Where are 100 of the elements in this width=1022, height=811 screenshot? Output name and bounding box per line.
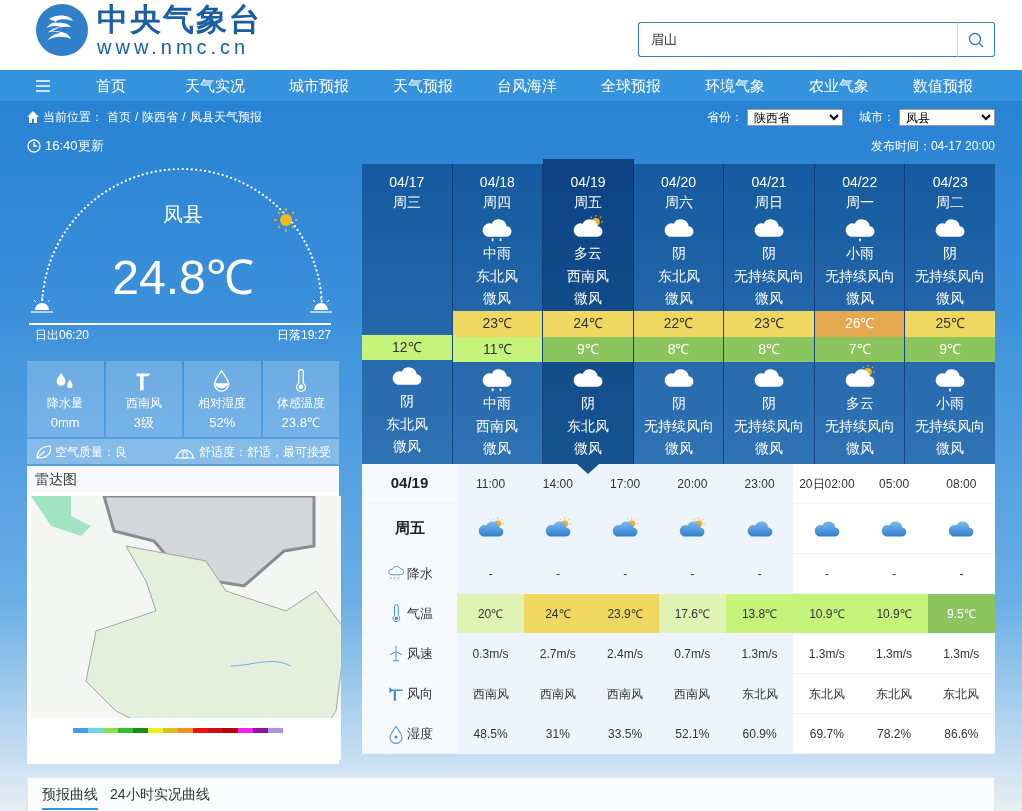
hour-time: 17:00 xyxy=(591,464,659,504)
wind-direction: 无持续风向 xyxy=(823,266,896,286)
wind-speed: 1.3m/s xyxy=(793,634,861,674)
weather-text: 小雨 xyxy=(844,244,875,263)
temperature-cell: 23℃ xyxy=(452,311,543,337)
wind-direction: 东北风 xyxy=(565,416,610,436)
wind-direction: 无持续风向 xyxy=(823,416,896,436)
precipitation-value: - xyxy=(524,554,592,594)
temperature-cell: 7℃ xyxy=(814,336,905,362)
site-title: 中央气象台 xyxy=(97,4,262,35)
breadcrumb-separator: / xyxy=(135,109,139,126)
wind-level: 微风 xyxy=(391,437,422,456)
water-drop-icon xyxy=(386,723,405,744)
humidity-value: 69.7% xyxy=(793,714,861,754)
forecast-date: 04/21 xyxy=(750,173,788,192)
search-icon xyxy=(968,31,984,48)
city-name: 凤县 xyxy=(163,202,203,227)
humidity-value: 31% xyxy=(524,714,592,754)
hour-time: 20:00 xyxy=(658,464,726,504)
stat-value: 3级 xyxy=(132,414,155,432)
forecast-day-column[interactable]: 04/20 周六 阴 东北风 微风 22℃ 8℃ 阴 无持续风向 微风 xyxy=(633,164,725,464)
weather-text: 阴 xyxy=(670,244,687,263)
forecast-date: 04/20 xyxy=(660,173,698,192)
weather-text: 多云 xyxy=(844,394,875,413)
row-label: 风速 xyxy=(406,644,433,663)
row-label: 风向 xyxy=(406,684,433,703)
temperature-cell: 20℃ xyxy=(457,594,525,634)
weather-text: 阴 xyxy=(761,244,778,263)
hour-time: 23:00 xyxy=(726,464,794,504)
forecast-day-column[interactable]: 04/18 周四 中雨 东北风 微风 23℃ 11℃ 中雨 西南风 微风 xyxy=(452,164,544,464)
hour-time: 20日02:00 xyxy=(793,464,861,504)
wind-direction: 东北风 xyxy=(927,674,995,714)
forecast-weekday: 周五 xyxy=(362,504,457,554)
wind-direction: 西南风 xyxy=(475,416,520,436)
search-field[interactable]: 眉山 xyxy=(638,22,957,57)
menu-icon xyxy=(36,78,50,93)
temperature-cell: 9℃ xyxy=(905,336,996,362)
update-time: 16:40更新 xyxy=(45,137,104,156)
wind-level: 微风 xyxy=(482,439,513,458)
wind-direction: 西南风 xyxy=(524,674,592,714)
weather-text: 多云 xyxy=(572,244,603,263)
humidity-value: 33.5% xyxy=(591,714,659,754)
wind-level: 微风 xyxy=(754,289,785,308)
wind-direction: 东北风 xyxy=(726,674,794,714)
clock-icon xyxy=(27,139,41,153)
forecast-date: 04/22 xyxy=(841,173,879,192)
wind-direction: 无持续风向 xyxy=(914,266,987,286)
weather-text: 中雨 xyxy=(482,394,513,413)
dropdown-select[interactable]: 陕西省 xyxy=(747,108,843,126)
wind-level: 微风 xyxy=(663,439,694,458)
wind-level: 微风 xyxy=(482,289,513,308)
row-label: 气温 xyxy=(406,604,433,623)
wind-speed: 2.7m/s xyxy=(524,634,592,674)
dropdown-select[interactable]: 凤县 xyxy=(899,108,995,126)
weather-text: 中雨 xyxy=(482,244,513,263)
temperature-cell: 11℃ xyxy=(452,336,543,362)
stat-label: 西南风 xyxy=(124,395,163,412)
wind-speed: 1.3m/s xyxy=(927,634,995,674)
stat-label: 降水量 xyxy=(46,395,85,412)
breadcrumb-link[interactable]: 陕西省 xyxy=(142,108,179,126)
publish-time: 发布时间：04-17 20:00 xyxy=(870,138,995,155)
forecast-day-column[interactable]: 04/23 周二 阴 无持续风向 微风 25℃ 9℃ 小雨 无持续风向 微风 xyxy=(905,164,996,464)
comfort-level: 舒适度：舒适，最可接受 xyxy=(199,443,331,461)
breadcrumb-link[interactable]: 凤县天气预报 xyxy=(189,108,262,126)
forecast-date: 04/19 xyxy=(569,173,607,192)
leaf-icon xyxy=(35,443,51,460)
wind-direction: 西南风 xyxy=(591,674,659,714)
wind-level: 微风 xyxy=(572,439,603,458)
wind-direction: 东北风 xyxy=(860,674,928,714)
stat-label: 相对湿度 xyxy=(197,395,248,412)
temperature-cell: 17.6℃ xyxy=(658,594,726,634)
temperature-cell: 9.5℃ xyxy=(927,594,995,634)
sunrise-time: 日出06:20 xyxy=(35,327,90,344)
forecast-day-column[interactable]: 04/22 周一 小雨 无持续风向 微风 26℃ 7℃ 多云 无持续风向 微风 xyxy=(814,164,906,464)
stat-value: 52% xyxy=(208,414,237,432)
wind-level: 微风 xyxy=(844,289,875,308)
tab[interactable]: 预报曲线 xyxy=(42,778,98,810)
temperature-cell: 8℃ xyxy=(724,336,814,362)
temperature-cell: 10.9℃ xyxy=(793,594,861,634)
hour-time: 14:00 xyxy=(524,464,592,504)
temperature-cell: 8℃ xyxy=(633,336,724,362)
temperature-cell: 24℃ xyxy=(524,594,592,634)
wind-level: 微风 xyxy=(754,439,785,458)
search-button[interactable] xyxy=(957,22,995,57)
breadcrumb-link[interactable]: 首页 xyxy=(107,108,131,126)
sunrise-icon xyxy=(30,296,54,314)
wind-speed: 0.7m/s xyxy=(658,634,726,674)
wind-direction: 西南风 xyxy=(457,674,525,714)
wind-level: 微风 xyxy=(935,289,966,308)
stat-label: 体感温度 xyxy=(275,395,326,412)
forecast-weekday: 周五 xyxy=(572,193,603,212)
humidity-value: 86.6% xyxy=(927,714,995,754)
precipitation-value: - xyxy=(726,554,794,594)
temperature-cell: 13.8℃ xyxy=(726,594,794,634)
tab[interactable]: 24小时实况曲线 xyxy=(110,778,210,810)
wind-direction: 无持续风向 xyxy=(642,416,715,436)
forecast-day-column[interactable]: 04/17 周三 12℃ 阴 东北风 微风 xyxy=(362,164,453,464)
forecast-day-column[interactable]: 04/21 周日 阴 无持续风向 微风 23℃ 8℃ 阴 无持续风向 微风 xyxy=(724,164,815,464)
hour-time: 08:00 xyxy=(927,464,995,504)
weather-text: 阴 xyxy=(670,394,687,413)
